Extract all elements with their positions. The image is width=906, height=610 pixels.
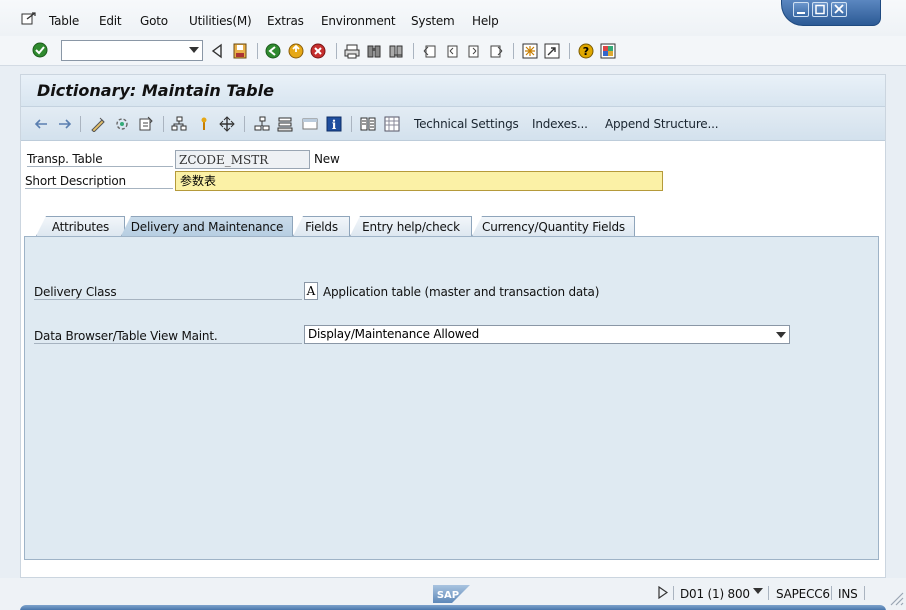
menu-extras[interactable]: Extras	[267, 14, 304, 28]
customize-layout-icon[interactable]	[600, 43, 616, 59]
system-info: D01 (1) 800	[680, 587, 750, 601]
status-separator	[673, 586, 674, 600]
tab-entry-help-check[interactable]: Entry help/check	[350, 216, 472, 236]
toolbar-separator	[80, 116, 81, 132]
sap-logo: SAP	[433, 585, 470, 603]
minimize-icon	[797, 12, 805, 14]
maximize-icon	[815, 4, 825, 15]
standard-toolbar: ?	[0, 36, 906, 66]
page-title: Dictionary: Maintain Table	[37, 81, 274, 100]
minimize-button[interactable]	[793, 2, 809, 17]
application-toolbar: i Technical Settings Indexes... Append S…	[21, 107, 885, 141]
maximize-button[interactable]	[812, 2, 828, 17]
chevron-down-icon[interactable]	[776, 332, 786, 339]
toolbar-separator	[569, 43, 570, 59]
svg-text:i: i	[332, 118, 337, 132]
exit-icon[interactable]	[288, 43, 304, 59]
enter-check-icon[interactable]	[32, 42, 48, 58]
status-separator	[864, 586, 865, 600]
transp-table-label: Transp. Table	[27, 152, 173, 167]
menu-utilities[interactable]: Utilities(M)	[189, 14, 252, 28]
menu-table[interactable]: Table	[49, 14, 79, 28]
last-page-icon[interactable]	[488, 43, 504, 59]
contents-table-icon[interactable]	[384, 116, 400, 132]
display-object-icon[interactable]	[302, 116, 318, 132]
activate-icon[interactable]	[196, 116, 212, 132]
first-page-icon[interactable]	[422, 43, 438, 59]
status-separator	[768, 586, 769, 600]
append-structure-button[interactable]: Append Structure...	[605, 117, 719, 131]
cancel-icon[interactable]	[310, 43, 326, 59]
status-separator	[831, 586, 832, 600]
active-inactive-icon[interactable]	[114, 116, 130, 132]
toolbar-separator	[336, 43, 337, 59]
save-icon[interactable]	[232, 43, 248, 59]
data-browser-label: Data Browser/Table View Maint.	[34, 329, 302, 344]
previous-page-icon[interactable]	[444, 43, 460, 59]
toolbar-separator	[413, 43, 414, 59]
next-page-icon[interactable]	[466, 43, 482, 59]
toolbar-separator	[513, 43, 514, 59]
title-bar: Dictionary: Maintain Table	[21, 75, 885, 107]
status-strip	[20, 605, 886, 610]
where-used-icon[interactable]	[219, 116, 235, 132]
close-button[interactable]	[831, 2, 847, 17]
data-browser-value: Display/Maintenance Allowed	[308, 327, 480, 341]
chevron-down-icon[interactable]	[753, 588, 763, 595]
delivery-class-description: Application table (master and transactio…	[323, 285, 600, 299]
menu-system[interactable]: System	[411, 14, 455, 28]
shortcut-icon[interactable]	[544, 43, 560, 59]
hierarchy-icon[interactable]	[171, 116, 187, 132]
tab-attributes[interactable]: Attributes	[36, 216, 125, 236]
arrow-left-icon[interactable]	[33, 116, 49, 132]
menu-edit[interactable]: Edit	[99, 14, 122, 28]
tab-currency-quantity[interactable]: Currency/Quantity Fields	[472, 216, 635, 236]
menu-help[interactable]: Help	[472, 14, 499, 28]
arrow-right-icon[interactable]	[57, 116, 73, 132]
svg-text:?: ?	[583, 45, 589, 58]
close-icon	[834, 4, 844, 14]
status-text: New	[314, 152, 340, 166]
back-triangle-icon[interactable]	[210, 43, 226, 59]
menu-icon[interactable]	[21, 12, 37, 26]
server-info: SAPECC6	[776, 587, 830, 601]
find-icon[interactable]	[366, 43, 382, 59]
status-bar: SAP D01 (1) 800 SAPECC6 INS	[0, 578, 906, 610]
short-description-label: Short Description	[25, 174, 173, 189]
menu-bar: Table Edit Goto Utilities(M) Extras Envi…	[0, 0, 906, 36]
status-expand-icon[interactable]	[658, 586, 668, 599]
chevron-down-icon[interactable]	[189, 47, 199, 54]
find-next-icon[interactable]	[388, 43, 404, 59]
toolbar-separator	[163, 116, 164, 132]
resize-grip-icon[interactable]	[888, 590, 904, 606]
delivery-class-field[interactable]: A	[304, 282, 318, 300]
toolbar-separator	[351, 116, 352, 132]
sap-logo-text: SAP	[437, 590, 459, 601]
menu-environment[interactable]: Environment	[321, 14, 396, 28]
window-controls	[781, 0, 881, 26]
back-icon[interactable]	[265, 43, 281, 59]
delivery-class-label: Delivery Class	[34, 285, 302, 300]
create-session-icon[interactable]	[522, 43, 538, 59]
transp-table-field[interactable]: ZCODE_MSTR	[175, 150, 310, 169]
data-browser-dropdown[interactable]: Display/Maintenance Allowed	[304, 325, 790, 344]
object-list-icon[interactable]	[254, 116, 270, 132]
information-icon[interactable]: i	[326, 116, 342, 132]
indexes-button[interactable]: Indexes...	[532, 117, 588, 131]
print-icon[interactable]	[344, 43, 360, 59]
menu-goto[interactable]: Goto	[140, 14, 168, 28]
technical-settings-button[interactable]: Technical Settings	[414, 117, 519, 131]
display-change-icon[interactable]	[90, 116, 106, 132]
command-field[interactable]	[61, 40, 203, 61]
toolbar-separator	[244, 116, 245, 132]
help-icon[interactable]: ?	[578, 43, 594, 59]
insert-mode: INS	[838, 587, 858, 601]
short-description-input[interactable]: 参数表	[175, 171, 663, 191]
navigation-window-icon[interactable]	[277, 116, 293, 132]
toolbar-separator	[257, 43, 258, 59]
tab-delivery-maintenance[interactable]: Delivery and Maintenance	[121, 216, 293, 236]
tab-fields[interactable]: Fields	[293, 216, 350, 236]
dictionary-icon[interactable]	[360, 116, 376, 132]
check-object-icon[interactable]	[138, 116, 154, 132]
